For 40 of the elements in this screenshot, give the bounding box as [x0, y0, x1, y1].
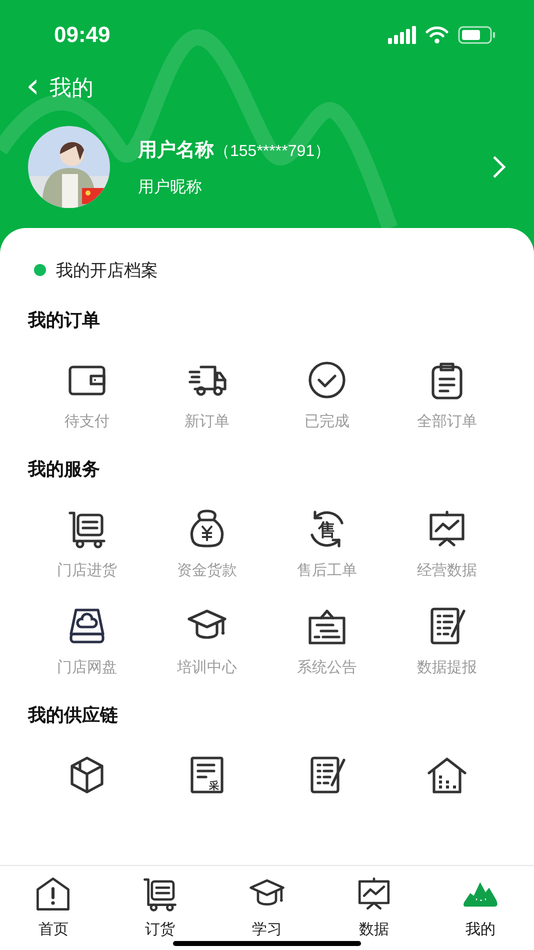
section-title: 我的服务: [26, 458, 101, 481]
menu-item[interactable]: 采: [147, 755, 267, 795]
menu-item[interactable]: 全部订单: [387, 360, 507, 431]
house-icon: [427, 755, 467, 795]
battery-icon: [458, 26, 496, 44]
cart-icon: [142, 876, 178, 912]
wifi-icon: [425, 26, 449, 44]
chart-board-icon: [427, 509, 467, 549]
tab-item[interactable]: 订货: [115, 866, 206, 950]
menu-item[interactable]: 系统公告: [267, 606, 387, 677]
page-title: 我的: [50, 75, 94, 103]
section-title: 我的供应链: [26, 704, 119, 727]
status-dot: [34, 264, 46, 276]
menu-item[interactable]: 新订单: [147, 360, 267, 431]
menu-item[interactable]: 售 售后工单: [267, 509, 387, 580]
store-profile-link[interactable]: 我的开店档案: [56, 258, 158, 282]
status-time: 09:49: [54, 22, 110, 48]
user-name: 用户名称（155*****791）: [138, 138, 332, 162]
menu-item[interactable]: 已完成: [267, 360, 387, 431]
tab-item[interactable]: 学习: [222, 866, 312, 950]
menu-item[interactable]: 门店网盘: [27, 606, 147, 677]
home-alert-icon: [35, 876, 72, 912]
back-icon[interactable]: ‹: [26, 68, 40, 104]
check-circle-icon: [307, 360, 347, 400]
menu-item[interactable]: 门店进货: [27, 509, 147, 580]
chart-board-icon: [356, 876, 392, 912]
menu-item[interactable]: 数据提报: [387, 606, 507, 677]
section-title: 我的订单: [26, 309, 101, 332]
tab-item[interactable]: 首页: [8, 866, 98, 950]
user-nickname: 用户昵称: [138, 176, 203, 198]
menu-item[interactable]: 培训中心: [147, 606, 267, 677]
signal-icon: [388, 26, 416, 44]
menu-item[interactable]: 经营数据: [387, 509, 507, 580]
cloud-drive-icon: [67, 606, 107, 646]
menu-item[interactable]: 待支付: [27, 360, 147, 431]
chevron-right-icon[interactable]: [492, 155, 506, 179]
tab-item[interactable]: 我的: [436, 866, 526, 950]
tab-item[interactable]: 数据: [328, 866, 419, 950]
menu-item[interactable]: 资金货款: [147, 509, 267, 580]
cart-icon: [67, 509, 107, 549]
